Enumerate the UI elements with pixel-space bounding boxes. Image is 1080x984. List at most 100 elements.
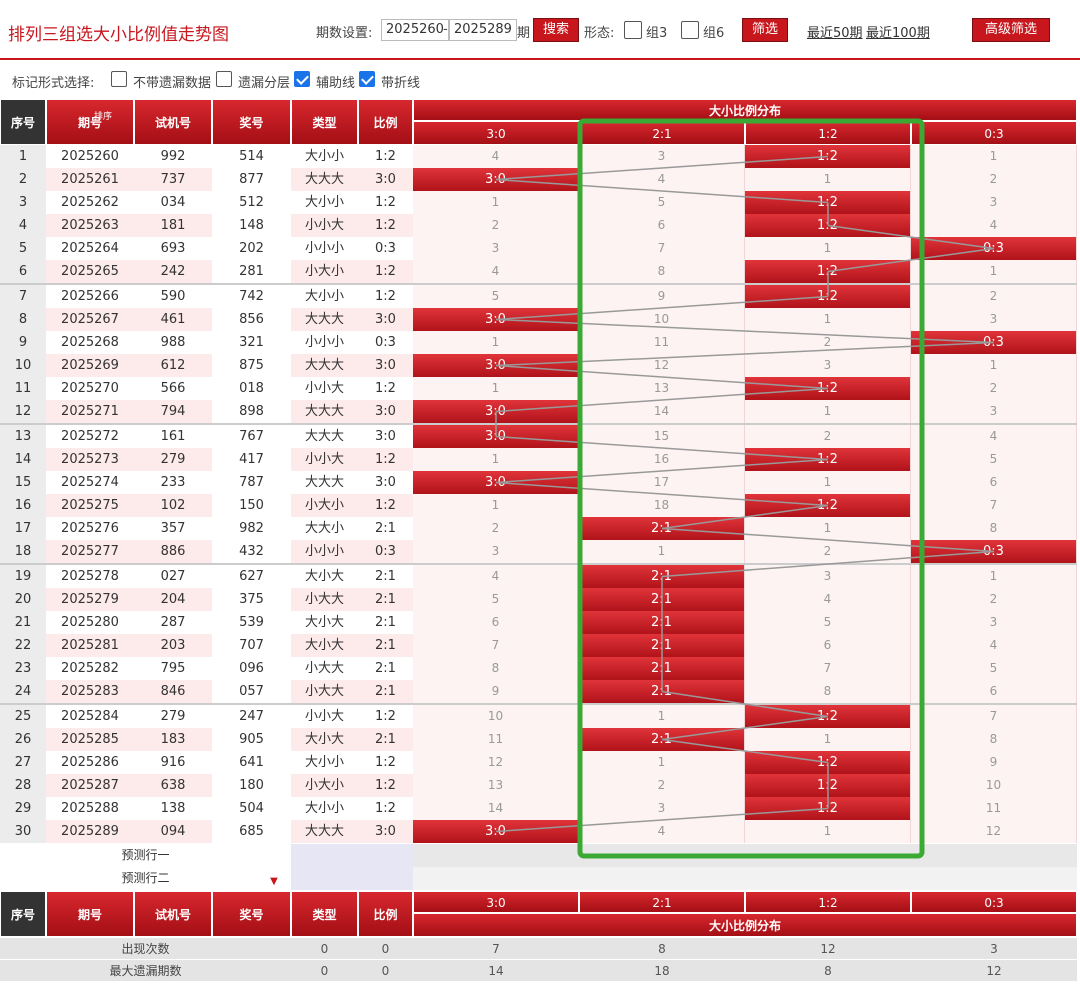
row-prize-number: 767 bbox=[212, 425, 291, 448]
row-type: 大大大 bbox=[291, 168, 358, 191]
row-prize-number: 281 bbox=[212, 260, 291, 283]
predict-row-2-input[interactable] bbox=[291, 867, 413, 890]
summary-label: 出现次数 bbox=[0, 937, 291, 959]
dist-hit-cell: 1:2 bbox=[745, 260, 911, 283]
dist-miss-cell: 1 bbox=[413, 448, 579, 471]
dist-miss-cell: 8 bbox=[911, 728, 1077, 751]
row-seq: 29 bbox=[0, 797, 46, 820]
dist-miss-cell: 2 bbox=[911, 285, 1077, 308]
dist-miss-cell: 1 bbox=[413, 377, 579, 400]
row-type: 小小小 bbox=[291, 331, 358, 354]
row-ratio: 2:1 bbox=[358, 680, 413, 703]
row-prize-number: 375 bbox=[212, 588, 291, 611]
dist-miss-cell: 5 bbox=[911, 657, 1077, 680]
row-test-number: 027 bbox=[134, 565, 212, 588]
row-ratio: 1:2 bbox=[358, 448, 413, 471]
dist-hit-cell: 1:2 bbox=[745, 797, 911, 820]
dist-miss-cell: 5 bbox=[911, 448, 1077, 471]
row-test-number: 737 bbox=[134, 168, 212, 191]
row-type: 大大大 bbox=[291, 400, 358, 423]
header-type: 类型 bbox=[291, 99, 358, 145]
row-seq: 19 bbox=[0, 565, 46, 588]
dist-miss-cell: 1 bbox=[911, 260, 1077, 283]
footer-header-prize: 奖号 bbox=[212, 891, 291, 937]
predict-row-1-input[interactable] bbox=[291, 844, 413, 867]
row-issue: 2025264 bbox=[46, 237, 134, 260]
group-separator bbox=[0, 423, 1077, 425]
summary-dist-value: 14 bbox=[413, 959, 579, 981]
row-prize-number: 787 bbox=[212, 471, 291, 494]
row-test-number: 566 bbox=[134, 377, 212, 400]
row-test-number: 203 bbox=[134, 634, 212, 657]
dist-miss-cell: 14 bbox=[579, 400, 745, 423]
dist-hit-cell: 3:0 bbox=[413, 400, 579, 423]
dist-miss-cell: 2 bbox=[911, 168, 1077, 191]
row-prize-number: 150 bbox=[212, 494, 291, 517]
row-prize-number: 898 bbox=[212, 400, 291, 423]
dist-miss-cell: 7 bbox=[911, 705, 1077, 728]
dist-miss-cell: 3 bbox=[745, 565, 911, 588]
dist-miss-cell: 4 bbox=[413, 565, 579, 588]
row-test-number: 279 bbox=[134, 448, 212, 471]
row-test-number: 794 bbox=[134, 400, 212, 423]
row-seq: 27 bbox=[0, 751, 46, 774]
row-prize-number: 905 bbox=[212, 728, 291, 751]
summary-type: 0 bbox=[291, 959, 358, 981]
predict-row-1-dist[interactable] bbox=[413, 844, 1077, 867]
row-test-number: 461 bbox=[134, 308, 212, 331]
row-test-number: 102 bbox=[134, 494, 212, 517]
row-issue: 2025273 bbox=[46, 448, 134, 471]
row-seq: 22 bbox=[0, 634, 46, 657]
summary-ratio: 0 bbox=[358, 937, 413, 959]
dist-miss-cell: 1 bbox=[413, 331, 579, 354]
footer-header-test: 试机号 bbox=[134, 891, 212, 937]
dist-miss-cell: 1 bbox=[745, 168, 911, 191]
row-test-number: 590 bbox=[134, 285, 212, 308]
predict-row-2-dist[interactable] bbox=[413, 867, 1077, 890]
dist-miss-cell: 6 bbox=[911, 680, 1077, 703]
row-prize-number: 148 bbox=[212, 214, 291, 237]
dist-hit-cell: 2:1 bbox=[579, 728, 745, 751]
row-test-number: 233 bbox=[134, 471, 212, 494]
footer-header-type: 类型 bbox=[291, 891, 358, 937]
dist-miss-cell: 1 bbox=[745, 400, 911, 423]
row-issue: 2025280 bbox=[46, 611, 134, 634]
dist-miss-cell: 1 bbox=[745, 820, 911, 843]
dist-miss-cell: 6 bbox=[579, 214, 745, 237]
dist-hit-cell: 3:0 bbox=[413, 820, 579, 843]
row-test-number: 916 bbox=[134, 751, 212, 774]
header-prize: 奖号 bbox=[212, 99, 291, 145]
row-seq: 10 bbox=[0, 354, 46, 377]
dist-miss-cell: 14 bbox=[413, 797, 579, 820]
dist-miss-cell: 2 bbox=[911, 377, 1077, 400]
summary-dist-value: 7 bbox=[413, 937, 579, 959]
row-test-number: 279 bbox=[134, 705, 212, 728]
row-ratio: 2:1 bbox=[358, 517, 413, 540]
row-issue: 2025286 bbox=[46, 751, 134, 774]
sort-button[interactable]: 排序 bbox=[90, 110, 116, 124]
footer-header-ratio: 比例 bbox=[358, 891, 413, 937]
dist-miss-cell: 3 bbox=[911, 191, 1077, 214]
summary-dist-value: 12 bbox=[911, 959, 1077, 981]
dist-miss-cell: 2 bbox=[745, 425, 911, 448]
dist-hit-cell: 1:2 bbox=[745, 448, 911, 471]
dist-miss-cell: 7 bbox=[413, 634, 579, 657]
dist-miss-cell: 5 bbox=[745, 611, 911, 634]
dist-miss-cell: 5 bbox=[413, 285, 579, 308]
arrow-down-icon: ▼ bbox=[270, 876, 278, 887]
dist-hit-cell: 1:2 bbox=[745, 705, 911, 728]
row-test-number: 161 bbox=[134, 425, 212, 448]
dist-miss-cell: 7 bbox=[911, 494, 1077, 517]
dist-miss-cell: 3 bbox=[579, 797, 745, 820]
header-dist-col-0: 3:0 bbox=[413, 121, 579, 145]
row-test-number: 612 bbox=[134, 354, 212, 377]
dist-hit-cell: 0:3 bbox=[911, 540, 1077, 563]
row-ratio: 1:2 bbox=[358, 285, 413, 308]
row-seq: 6 bbox=[0, 260, 46, 283]
row-issue: 2025274 bbox=[46, 471, 134, 494]
row-issue: 2025266 bbox=[46, 285, 134, 308]
dist-hit-cell: 2:1 bbox=[579, 565, 745, 588]
dist-hit-cell: 2:1 bbox=[579, 680, 745, 703]
row-seq: 14 bbox=[0, 448, 46, 471]
row-ratio: 1:2 bbox=[358, 705, 413, 728]
